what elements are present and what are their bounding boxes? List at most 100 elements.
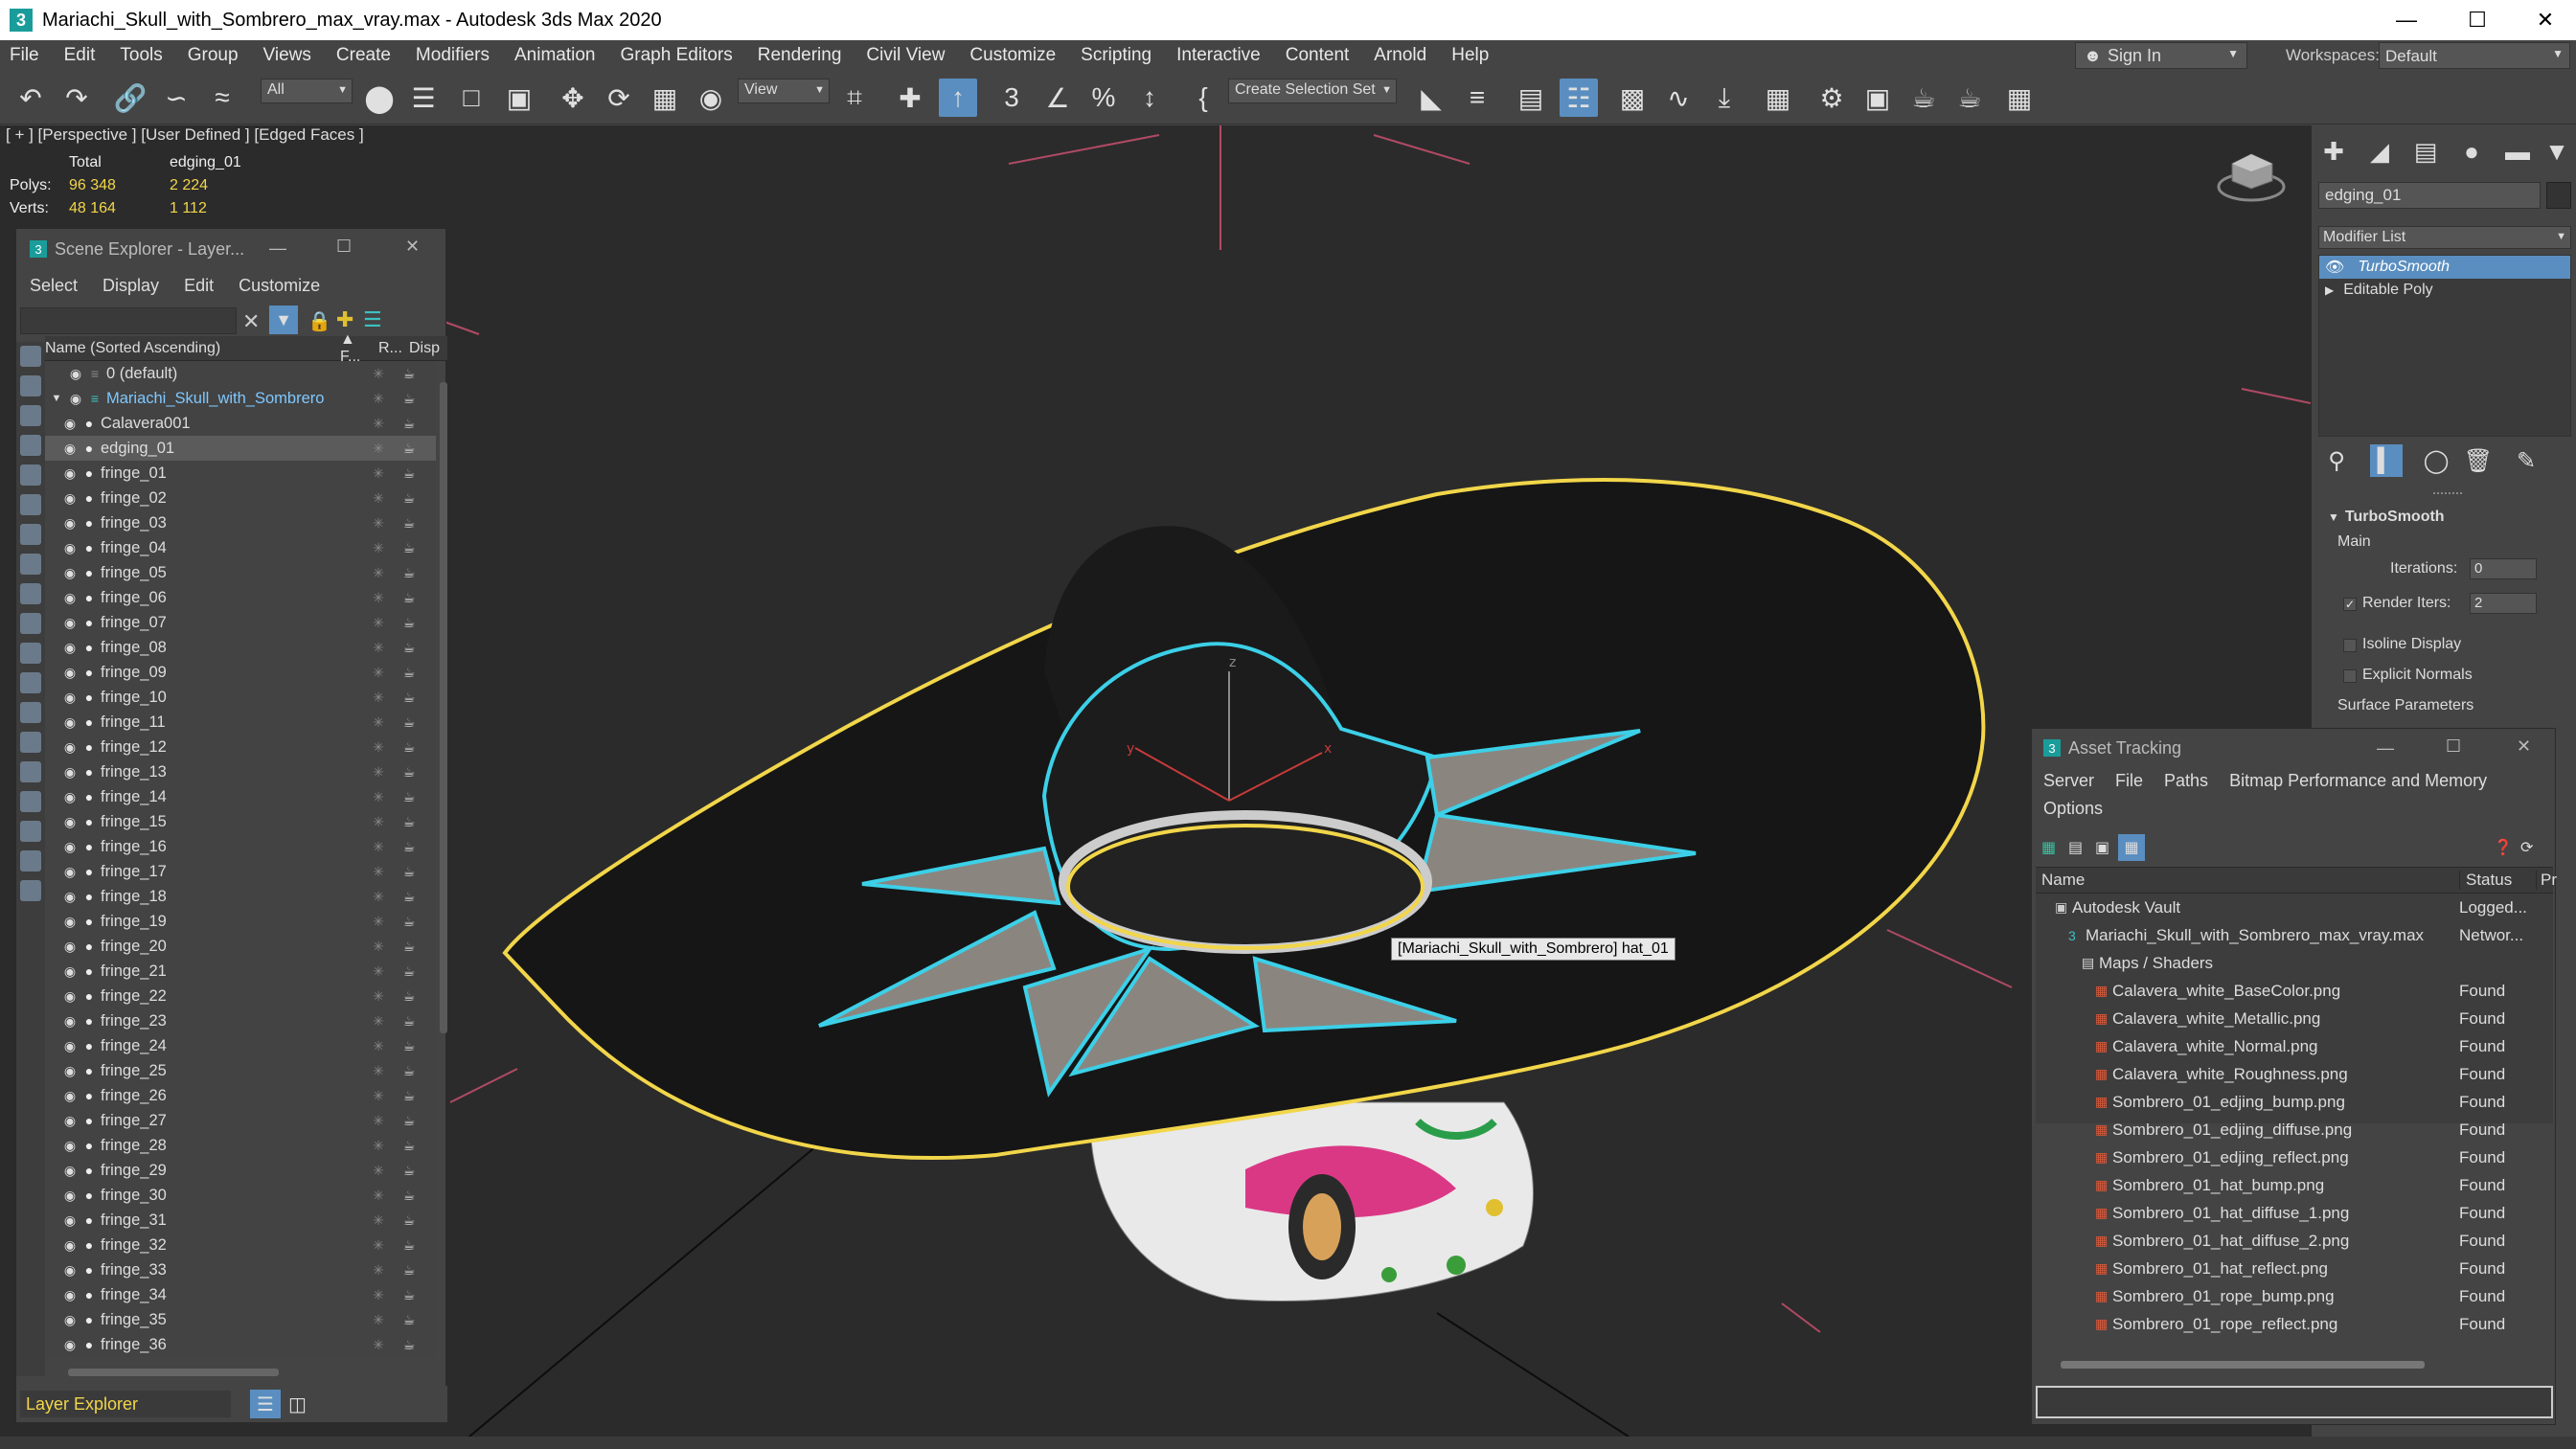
visibility-eye-icon[interactable]: ◉ — [62, 1113, 78, 1128]
visibility-eye-icon[interactable]: ◉ — [62, 714, 78, 730]
pin-stack-icon[interactable]: ⚲ — [2320, 444, 2353, 477]
renderable-toggle-icon[interactable]: ☕ — [399, 1113, 419, 1129]
eye-icon[interactable]: 👁 — [2325, 258, 2344, 277]
renderable-toggle-icon[interactable]: ☕ — [399, 939, 419, 955]
freeze-toggle-icon[interactable]: ✳ — [369, 1188, 388, 1204]
visibility-eye-icon[interactable]: ◉ — [62, 690, 78, 705]
scene-tree-row[interactable]: ◉ ● fringe_02 ✳ ☕ — [45, 486, 436, 510]
freeze-toggle-icon[interactable]: ✳ — [369, 416, 388, 432]
freeze-toggle-icon[interactable]: ✳ — [369, 615, 388, 631]
redo-icon[interactable]: ↷ — [57, 79, 96, 117]
window-crossing-icon[interactable]: ▣ — [500, 79, 538, 117]
display-groups-icon[interactable] — [20, 524, 41, 545]
visibility-eye-icon[interactable]: ◉ — [62, 1138, 78, 1153]
menu-tools[interactable]: Tools — [107, 40, 174, 71]
at-menu-paths[interactable]: Paths — [2164, 771, 2208, 790]
renderable-toggle-icon[interactable]: ☕ — [399, 1013, 419, 1030]
visibility-eye-icon[interactable]: ◉ — [62, 814, 78, 829]
maximize-button[interactable]: ☐ — [336, 237, 352, 257]
visibility-eye-icon[interactable]: ◉ — [62, 515, 78, 531]
renderable-toggle-icon[interactable]: ☕ — [399, 416, 419, 432]
hierarchy-tab-icon[interactable]: ▤ — [2408, 134, 2443, 169]
renderable-toggle-icon[interactable]: ☕ — [399, 1312, 419, 1328]
scene-tree-row[interactable]: ◉ ● fringe_32 ✳ ☕ — [45, 1233, 436, 1257]
scene-tree-row[interactable]: ◉ ● fringe_07 ✳ ☕ — [45, 610, 436, 635]
scene-tree-row[interactable]: ◉ ● fringe_10 ✳ ☕ — [45, 685, 436, 710]
freeze-toggle-icon[interactable]: ✳ — [369, 1063, 388, 1079]
scene-tree-row[interactable]: ◉ ● fringe_28 ✳ ☕ — [45, 1133, 436, 1158]
menu-graph-editors[interactable]: Graph Editors — [608, 40, 745, 71]
renderable-toggle-icon[interactable]: ☕ — [399, 366, 419, 382]
freeze-toggle-icon[interactable]: ✳ — [369, 490, 388, 507]
menu-edit[interactable]: Edit — [52, 40, 108, 71]
mirror-icon[interactable]: ◣ — [1412, 79, 1450, 117]
freeze-toggle-icon[interactable]: ✳ — [369, 1337, 388, 1353]
renderable-toggle-icon[interactable]: ☕ — [399, 490, 419, 507]
renderable-toggle-icon[interactable]: ☕ — [399, 391, 419, 407]
bind-space-warp-icon[interactable]: ≈ — [203, 79, 241, 117]
column-name[interactable]: Name — [2041, 871, 2085, 890]
asset-row[interactable]: 3 Mariachi_Skull_with_Sombrero_max_vray.m… — [2036, 921, 2553, 949]
maximize-button[interactable]: ☐ — [2446, 736, 2461, 757]
scene-tree-row[interactable]: ◉ ● Calavera001 ✳ ☕ — [45, 411, 436, 436]
motion-tab-icon[interactable]: ● — [2454, 134, 2489, 169]
asset-row[interactable]: ▦ Calavera_white_Metallic.png Found — [2036, 1005, 2553, 1032]
renderable-toggle-icon[interactable]: ☕ — [399, 789, 419, 805]
asset-row[interactable]: ▦ Calavera_white_BaseColor.png Found — [2036, 977, 2553, 1005]
renderable-toggle-icon[interactable]: ☕ — [399, 590, 419, 606]
refresh-icon[interactable]: ⟳ — [2520, 838, 2533, 857]
scene-tree-row[interactable]: ◉ ● fringe_30 ✳ ☕ — [45, 1183, 436, 1208]
display-helpers-icon[interactable] — [20, 464, 41, 486]
scene-explorer-titlebar[interactable]: 3 Scene Explorer - Layer... — ☐ ✕ — [16, 229, 445, 269]
material-editor-icon[interactable]: ▦ — [1759, 79, 1797, 117]
freeze-toggle-icon[interactable]: ✳ — [369, 764, 388, 781]
visibility-eye-icon[interactable]: ◉ — [62, 839, 78, 854]
se-menu-select[interactable]: Select — [30, 276, 78, 296]
asset-row[interactable]: ▦ Calavera_white_Normal.png Found — [2036, 1032, 2553, 1060]
asset-path-input[interactable] — [2036, 1386, 2553, 1418]
renderable-toggle-icon[interactable]: ☕ — [399, 1287, 419, 1303]
asset-row[interactable]: ▦ Sombrero_01_hat_diffuse_1.png Found — [2036, 1199, 2553, 1227]
layer-explorer-toggle-icon[interactable]: ☰ — [250, 1390, 281, 1418]
menu-views[interactable]: Views — [251, 40, 324, 71]
lock-icon[interactable]: 🔒 — [308, 309, 331, 333]
visibility-eye-icon[interactable]: ◉ — [62, 939, 78, 954]
object-name-field[interactable]: edging_01 — [2318, 182, 2541, 209]
freeze-toggle-icon[interactable]: ✳ — [369, 515, 388, 532]
visibility-eye-icon[interactable]: ◉ — [62, 1038, 78, 1053]
display-children-icon[interactable] — [20, 791, 41, 812]
scene-tree-row[interactable]: ◉ ● fringe_36 ✳ ☕ — [45, 1332, 436, 1357]
utilities-tab-icon[interactable]: ▼ — [2542, 134, 2571, 169]
clear-search-icon[interactable]: ✕ — [242, 309, 260, 334]
render-production-icon[interactable]: ☕ — [1904, 79, 1943, 117]
display-lights-icon[interactable] — [20, 405, 41, 426]
expand-arrow-icon[interactable]: ▶ — [2325, 283, 2334, 297]
renderable-toggle-icon[interactable]: ☕ — [399, 465, 419, 482]
column-pr[interactable]: Pr — [2536, 871, 2557, 890]
pivot-center-icon[interactable]: ⌗ — [835, 79, 874, 117]
menu-scripting[interactable]: Scripting — [1068, 40, 1164, 71]
close-button[interactable]: ✕ — [405, 237, 420, 257]
scene-tree-row[interactable]: ◉ ● fringe_08 ✳ ☕ — [45, 635, 436, 660]
show-end-result-icon[interactable]: ▍ — [2370, 444, 2403, 477]
scene-tree-row[interactable]: ◉ ● fringe_03 ✳ ☕ — [45, 510, 436, 535]
menu-create[interactable]: Create — [324, 40, 403, 71]
asset-row[interactable]: ▦ Sombrero_01_rope_reflect.png Found — [2036, 1310, 2553, 1338]
renderable-toggle-icon[interactable]: ☕ — [399, 1038, 419, 1054]
scene-tree-row[interactable]: ◉ ● fringe_26 ✳ ☕ — [45, 1083, 436, 1108]
visibility-eye-icon[interactable]: ◉ — [62, 465, 78, 481]
scene-tree-row[interactable]: ◉ ● fringe_18 ✳ ☕ — [45, 884, 436, 909]
object-color-swatch[interactable] — [2546, 182, 2571, 209]
select-object-icon[interactable]: ⬤ — [360, 79, 399, 117]
visibility-eye-icon[interactable]: ◉ — [62, 739, 78, 755]
selection-filter-select[interactable]: All ▼ — [261, 79, 353, 103]
keyboard-shortcut-toggle-icon[interactable]: ↑ — [939, 79, 977, 117]
scene-tree-row[interactable]: ◉ ● fringe_25 ✳ ☕ — [45, 1058, 436, 1083]
visibility-eye-icon[interactable]: ◉ — [62, 490, 78, 506]
renderable-toggle-icon[interactable]: ☕ — [399, 1237, 419, 1254]
asset-row[interactable]: ▦ Sombrero_01_edjing_bump.png Found — [2036, 1088, 2553, 1116]
add-layer-icon[interactable]: ✚ — [336, 307, 353, 332]
link-icon[interactable]: 🔗 — [111, 79, 149, 117]
scene-tree-row[interactable]: ◉ ● fringe_04 ✳ ☕ — [45, 535, 436, 560]
renderable-toggle-icon[interactable]: ☕ — [399, 540, 419, 556]
